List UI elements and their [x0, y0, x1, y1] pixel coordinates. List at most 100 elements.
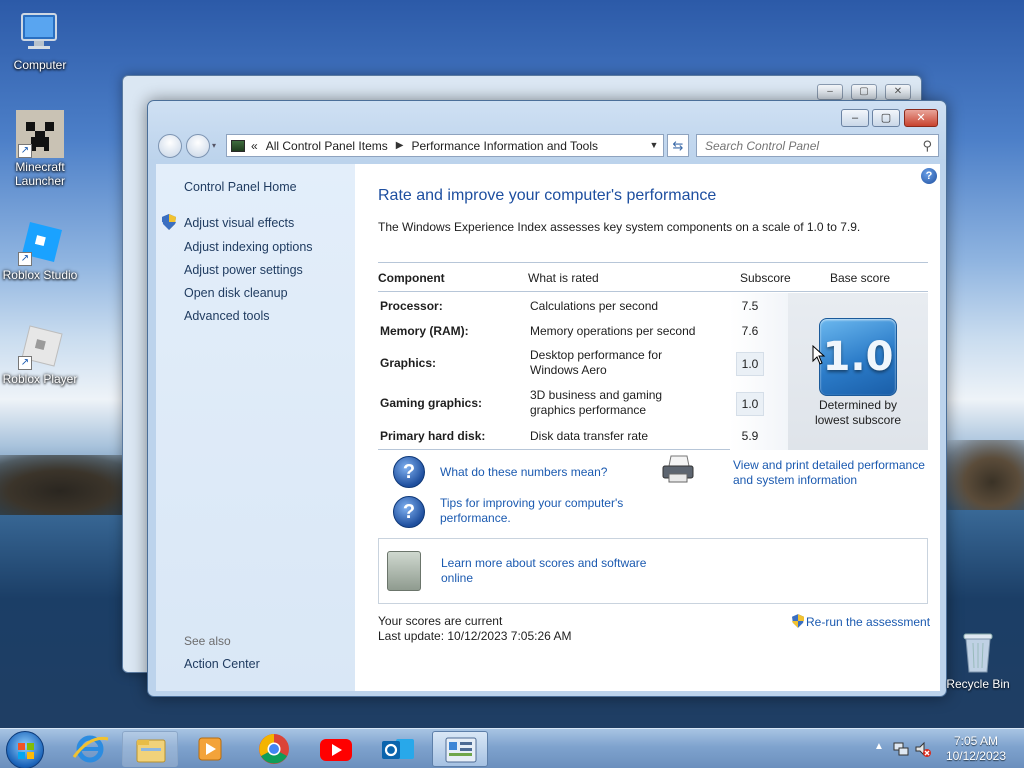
page-title: Rate and improve your computer's perform… [378, 187, 717, 204]
component-name: Graphics: [380, 356, 437, 370]
rated-description: Desktop performance for Windows Aero [530, 348, 663, 377]
media-player-icon [198, 737, 222, 761]
clock-time: 7:05 AM [953, 734, 998, 748]
desktop-icon-label: Recycle Bin [946, 677, 1010, 691]
software-box-icon [387, 551, 421, 591]
maximize-button[interactable]: ▢ [872, 109, 900, 127]
address-dropdown-icon[interactable]: ▼ [645, 135, 663, 156]
clock-date: 10/12/2023 [945, 749, 1006, 763]
desktop-icon-label: Minecraft Launcher [14, 160, 66, 188]
desktop-icon-label: Computer [13, 58, 67, 72]
wallpaper-rocks-right [944, 440, 1024, 510]
link-what-numbers-mean[interactable]: What do these numbers mean? [440, 465, 607, 480]
search-input[interactable] [697, 135, 907, 156]
sidebar-link-advanced-tools[interactable]: Advanced tools [184, 309, 269, 323]
column-header-base-score: Base score [830, 271, 891, 285]
page-description: The Windows Experience Index assesses ke… [378, 220, 861, 234]
recycle-bin-icon [963, 633, 993, 673]
performance-window[interactable]: ‒ ▢ ✕ ▾ « All Control Panel Items ▶ Perf… [147, 100, 947, 697]
control-panel-icon [231, 139, 245, 152]
desktop-icon-roblox-player[interactable]: ↗ Roblox Player [0, 322, 80, 386]
taskbar: ▲ 7:05 AM 10/12/2023 [0, 728, 1024, 768]
taskbar-control-panel[interactable] [432, 731, 488, 767]
rated-description: Calculations per second [530, 299, 659, 313]
link-view-print-details[interactable]: View and print detailed performance and … [733, 458, 933, 488]
breadcrumb-all-control-panel-items[interactable]: All Control Panel Items [266, 139, 388, 153]
shortcut-arrow-icon: ↗ [18, 144, 32, 158]
desktop-icon-computer[interactable]: Computer [0, 8, 80, 72]
breadcrumb-separator-icon[interactable]: ▶ [396, 140, 404, 151]
taskbar-file-explorer[interactable] [122, 731, 178, 767]
status-last-update: Last update: 10/12/2023 7:05:26 AM [378, 629, 572, 643]
link-improvement-tips[interactable]: Tips for improving your computer's perfo… [440, 496, 640, 526]
minimize-button[interactable]: ‒ [817, 84, 843, 100]
base-score-value: 1.0 [822, 334, 894, 380]
sidebar-link-visual-effects[interactable]: Adjust visual effects [184, 216, 294, 230]
search-box[interactable]: ⚲ [696, 134, 939, 157]
breadcrumb-performance[interactable]: Performance Information and Tools [411, 139, 598, 153]
link-learn-more-online[interactable]: Learn more about scores and software onl… [441, 556, 661, 586]
table-row: Processor: Calculations per second 7.5 [378, 299, 788, 317]
taskbar-media-player[interactable] [182, 731, 238, 767]
sidebar-link-disk-cleanup[interactable]: Open disk cleanup [184, 286, 288, 300]
taskbar-chrome[interactable] [246, 731, 302, 767]
table-row: Memory (RAM): Memory operations per seco… [378, 324, 788, 342]
computer-icon [16, 8, 64, 56]
control-panel-icon [445, 737, 477, 763]
outlook-icon [382, 739, 414, 759]
taskbar-clock[interactable]: 7:05 AM 10/12/2023 [946, 734, 1006, 764]
shortcut-arrow-icon: ↗ [18, 356, 32, 370]
table-row: Graphics: Desktop performance for Window… [378, 348, 788, 382]
search-icon[interactable]: ⚲ [922, 138, 932, 154]
taskbar-internet-explorer[interactable] [62, 731, 118, 767]
refresh-button[interactable]: ⇆ [667, 134, 689, 157]
start-button[interactable] [6, 731, 44, 768]
base-score-caption: Determined by lowest subscore [814, 398, 902, 427]
close-button[interactable]: ✕ [885, 84, 911, 100]
mouse-pointer-icon [812, 345, 826, 365]
system-tray: ▲ 7:05 AM 10/12/2023 [864, 729, 1024, 768]
volume-muted-icon[interactable] [914, 740, 932, 758]
sidebar-link-indexing-options[interactable]: Adjust indexing options [184, 240, 313, 254]
subscore-value: 5.9 [741, 429, 759, 443]
youtube-icon [320, 739, 352, 761]
assessment-status: Your scores are current Last update: 10/… [378, 614, 572, 644]
minimize-button[interactable]: ‒ [841, 109, 869, 127]
maximize-button[interactable]: ▢ [851, 84, 877, 100]
sidebar-link-power-settings[interactable]: Adjust power settings [184, 263, 303, 277]
minecraft-icon: ↗ [16, 110, 64, 158]
close-button[interactable]: ✕ [904, 109, 938, 127]
subscore-value: 7.6 [741, 324, 759, 338]
printer-icon [662, 455, 694, 483]
back-button[interactable] [158, 134, 182, 158]
desktop-icon-roblox-studio[interactable]: ↗ Roblox Studio [0, 218, 80, 282]
learn-more-box: Learn more about scores and software onl… [378, 538, 928, 604]
taskbar-outlook[interactable] [370, 731, 426, 767]
roblox-player-icon: ↗ [16, 322, 64, 370]
address-bar[interactable]: « All Control Panel Items ▶ Performance … [226, 134, 664, 157]
chrome-icon [259, 734, 289, 764]
address-overflow[interactable]: « [251, 139, 258, 153]
desktop-icon-recycle-bin[interactable]: Recycle Bin [940, 630, 1016, 691]
sidebar-link-control-panel-home[interactable]: Control Panel Home [184, 180, 297, 194]
show-hidden-icons-icon[interactable]: ▲ [874, 741, 884, 752]
forward-button[interactable] [186, 134, 210, 158]
uac-shield-icon [792, 614, 804, 628]
base-score-badge: 1.0 [819, 318, 897, 396]
network-icon[interactable] [892, 740, 910, 758]
help-question-icon: ? [393, 456, 425, 488]
taskbar-youtube[interactable] [308, 731, 364, 767]
desktop-icon-minecraft-launcher[interactable]: ↗ Minecraft Launcher [0, 110, 80, 188]
desktop-icon-label: Roblox Studio [2, 268, 78, 282]
base-score-panel: 1.0 Determined by lowest subscore [788, 293, 928, 450]
see-also-heading: See also [184, 634, 231, 648]
component-name: Memory (RAM): [380, 324, 469, 338]
status-current: Your scores are current [378, 614, 503, 628]
roblox-studio-icon: ↗ [16, 218, 64, 266]
rerun-assessment-link[interactable]: Re-run the assessment [792, 614, 930, 629]
score-table: 1.0 Determined by lowest subscore Process… [378, 293, 928, 450]
sidebar-link-action-center[interactable]: Action Center [184, 657, 260, 671]
subscore-value: 1.0 [736, 352, 764, 376]
help-icon[interactable]: ? [921, 168, 937, 184]
recent-pages-dropdown[interactable]: ▾ [212, 141, 216, 150]
